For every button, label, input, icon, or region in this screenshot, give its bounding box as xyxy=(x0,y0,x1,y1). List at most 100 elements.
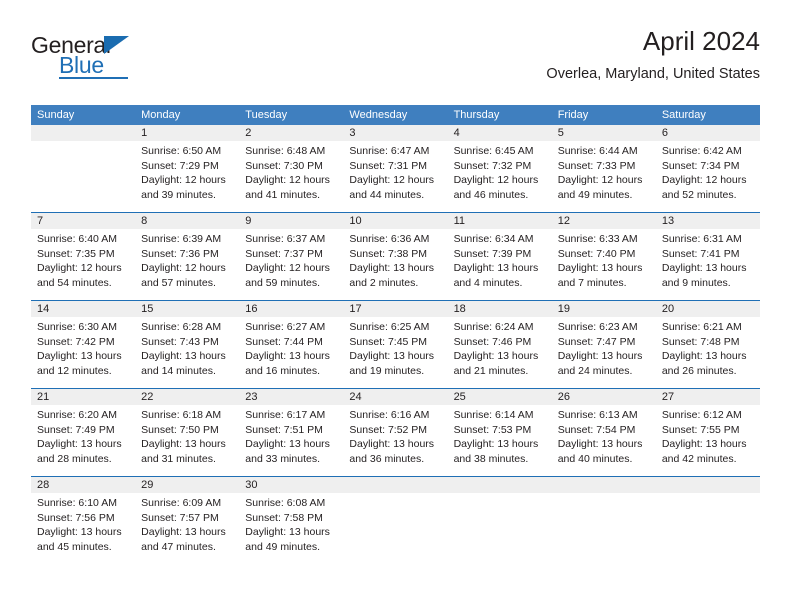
sunset-text: Sunset: 7:44 PM xyxy=(245,335,323,348)
day-details: Sunrise: 6:27 AM Sunset: 7:44 PM Daylight:… xyxy=(239,317,343,378)
calendar-day-cell[interactable]: 11 Sunrise: 6:34 AM Sunset: 7:39 PM Dayligh… xyxy=(447,213,552,300)
calendar-day-cell[interactable]: 23 Sunrise: 6:17 AM Sunset: 7:51 PM Dayligh… xyxy=(239,389,344,476)
day-number: 25 xyxy=(447,389,552,405)
weekday-header-saturday: Saturday xyxy=(661,109,706,121)
daylight-text-line1: Daylight: 13 hours xyxy=(245,526,330,539)
sunrise-text: Sunrise: 6:33 AM xyxy=(557,233,638,245)
daylight-text-line1: Daylight: 13 hours xyxy=(557,438,643,451)
sunset-text: Sunset: 7:39 PM xyxy=(453,247,532,260)
sunset-text: Sunset: 7:41 PM xyxy=(661,247,740,260)
daylight-text-line2: and 40 minutes. xyxy=(557,452,633,465)
sunset-text: Sunset: 7:34 PM xyxy=(661,159,740,172)
day-number: 7 xyxy=(31,213,136,229)
sunrise-text: Sunrise: 6:42 AM xyxy=(661,145,742,157)
calendar-day-cell[interactable]: 17 Sunrise: 6:25 AM Sunset: 7:45 PM Dayligh… xyxy=(343,301,448,388)
calendar-day-cell[interactable]: 15 Sunrise: 6:28 AM Sunset: 7:43 PM Dayligh… xyxy=(135,301,240,388)
calendar-day-cell[interactable]: 19 Sunrise: 6:23 AM Sunset: 7:47 PM Dayligh… xyxy=(551,301,656,388)
day-number: 27 xyxy=(655,389,760,405)
day-number: 3 xyxy=(343,125,448,141)
calendar-day-cell[interactable]: 13 Sunrise: 6:31 AM Sunset: 7:41 PM Dayligh… xyxy=(655,213,760,300)
calendar-day-cell[interactable]: 8 Sunrise: 6:39 AM Sunset: 7:36 PM Daylight… xyxy=(135,213,240,300)
daylight-text-line1: Daylight: 13 hours xyxy=(557,262,643,275)
calendar-day-cell[interactable]: 4 Sunrise: 6:45 AM Sunset: 7:32 PM Daylight… xyxy=(447,125,552,212)
calendar-day-cell[interactable]: 28 Sunrise: 6:10 AM Sunset: 7:56 PM Dayligh… xyxy=(31,477,136,564)
daylight-text-line1: Daylight: 13 hours xyxy=(245,350,330,363)
sunset-text: Sunset: 7:56 PM xyxy=(37,511,115,524)
sunset-text: Sunset: 7:48 PM xyxy=(661,335,740,348)
sunrise-text: Sunrise: 6:27 AM xyxy=(245,321,326,333)
daylight-text-line2: and 57 minutes. xyxy=(141,276,216,289)
calendar-day-cell[interactable]: 18 Sunrise: 6:24 AM Sunset: 7:46 PM Dayligh… xyxy=(447,301,552,388)
sunset-text: Sunset: 7:40 PM xyxy=(557,247,636,260)
calendar-day-cell[interactable]: 9 Sunrise: 6:37 AM Sunset: 7:37 PM Daylight… xyxy=(239,213,344,300)
daylight-text-line1: Daylight: 12 hours xyxy=(453,174,539,187)
calendar-day-cell[interactable]: 27 Sunrise: 6:12 AM Sunset: 7:55 PM Dayligh… xyxy=(655,389,760,476)
day-details xyxy=(656,493,760,496)
calendar-day-cell[interactable]: 22 Sunrise: 6:18 AM Sunset: 7:50 PM Dayligh… xyxy=(135,389,240,476)
daylight-text-line1: Daylight: 13 hours xyxy=(349,262,435,275)
sunset-text: Sunset: 7:51 PM xyxy=(245,423,323,436)
sunrise-text: Sunrise: 6:31 AM xyxy=(661,233,742,245)
calendar-day-cell[interactable]: 21 Sunrise: 6:20 AM Sunset: 7:49 PM Dayligh… xyxy=(31,389,136,476)
calendar-day-cell[interactable]: 1 Sunrise: 6:50 AM Sunset: 7:29 PM Daylight… xyxy=(135,125,240,212)
day-number: 19 xyxy=(551,301,656,317)
daylight-text-line2: and 59 minutes. xyxy=(245,276,320,289)
day-details: Sunrise: 6:39 AM Sunset: 7:36 PM Daylight:… xyxy=(135,229,239,290)
sunset-text: Sunset: 7:30 PM xyxy=(245,159,323,172)
calendar-day-cell-empty xyxy=(31,125,136,212)
calendar-week-row: 28 Sunrise: 6:10 AM Sunset: 7:56 PM Dayligh… xyxy=(31,476,760,564)
calendar-day-cell[interactable]: 16 Sunrise: 6:27 AM Sunset: 7:44 PM Dayligh… xyxy=(239,301,344,388)
daylight-text-line2: and 31 minutes. xyxy=(141,452,216,465)
daylight-text-line2: and 9 minutes. xyxy=(661,276,731,289)
day-number: 22 xyxy=(135,389,240,405)
calendar-day-cell[interactable]: 25 Sunrise: 6:14 AM Sunset: 7:53 PM Dayligh… xyxy=(447,389,552,476)
calendar-week-row: 14 Sunrise: 6:30 AM Sunset: 7:42 PM Dayligh… xyxy=(31,300,760,388)
logo-underline xyxy=(59,77,128,79)
daylight-text-line2: and 12 minutes. xyxy=(37,364,112,377)
calendar-day-cell[interactable]: 5 Sunrise: 6:44 AM Sunset: 7:33 PM Daylight… xyxy=(551,125,656,212)
sunrise-text: Sunrise: 6:44 AM xyxy=(557,145,638,157)
sunset-text: Sunset: 7:38 PM xyxy=(349,247,428,260)
calendar-day-cell[interactable]: 29 Sunrise: 6:09 AM Sunset: 7:57 PM Dayligh… xyxy=(135,477,240,564)
daylight-text-line2: and 14 minutes. xyxy=(141,364,216,377)
sunrise-text: Sunrise: 6:18 AM xyxy=(141,409,222,421)
calendar-day-cell[interactable]: 14 Sunrise: 6:30 AM Sunset: 7:42 PM Dayligh… xyxy=(31,301,136,388)
daylight-text-line2: and 21 minutes. xyxy=(453,364,529,377)
day-number: 23 xyxy=(239,389,344,405)
calendar-day-cell[interactable]: 2 Sunrise: 6:48 AM Sunset: 7:30 PM Daylight… xyxy=(239,125,344,212)
day-number xyxy=(655,477,760,493)
day-number: 13 xyxy=(655,213,760,229)
sunrise-text: Sunrise: 6:09 AM xyxy=(141,497,222,509)
daylight-text-line2: and 19 minutes. xyxy=(349,364,425,377)
calendar-day-cell[interactable]: 26 Sunrise: 6:13 AM Sunset: 7:54 PM Dayligh… xyxy=(551,389,656,476)
day-details: Sunrise: 6:37 AM Sunset: 7:37 PM Daylight:… xyxy=(239,229,343,290)
day-number: 14 xyxy=(31,301,136,317)
calendar-day-cell[interactable]: 10 Sunrise: 6:36 AM Sunset: 7:38 PM Dayligh… xyxy=(343,213,448,300)
day-details: Sunrise: 6:10 AM Sunset: 7:56 PM Daylight:… xyxy=(31,493,135,554)
sunset-text: Sunset: 7:47 PM xyxy=(557,335,636,348)
calendar-day-cell[interactable]: 7 Sunrise: 6:40 AM Sunset: 7:35 PM Daylight… xyxy=(31,213,136,300)
daylight-text-line2: and 54 minutes. xyxy=(37,276,112,289)
daylight-text-line1: Daylight: 13 hours xyxy=(661,262,747,275)
day-details: Sunrise: 6:23 AM Sunset: 7:47 PM Daylight:… xyxy=(552,317,656,378)
day-number: 30 xyxy=(239,477,344,493)
daylight-text-line1: Daylight: 13 hours xyxy=(453,350,539,363)
calendar-day-cell[interactable]: 20 Sunrise: 6:21 AM Sunset: 7:48 PM Dayligh… xyxy=(655,301,760,388)
day-number: 26 xyxy=(551,389,656,405)
daylight-text-line1: Daylight: 13 hours xyxy=(557,350,643,363)
daylight-text-line2: and 39 minutes. xyxy=(141,188,216,201)
daylight-text-line1: Daylight: 13 hours xyxy=(245,438,330,451)
calendar-day-cell[interactable]: 24 Sunrise: 6:16 AM Sunset: 7:52 PM Dayligh… xyxy=(343,389,448,476)
calendar-day-cell[interactable]: 12 Sunrise: 6:33 AM Sunset: 7:40 PM Dayligh… xyxy=(551,213,656,300)
day-number: 29 xyxy=(135,477,240,493)
day-number: 9 xyxy=(239,213,344,229)
title-block: April 2024 Overlea, Maryland, United Sta… xyxy=(546,26,760,84)
calendar-day-cell[interactable]: 30 Sunrise: 6:08 AM Sunset: 7:58 PM Dayligh… xyxy=(239,477,344,564)
day-number: 6 xyxy=(655,125,760,141)
calendar-day-cell[interactable]: 3 Sunrise: 6:47 AM Sunset: 7:31 PM Daylight… xyxy=(343,125,448,212)
sunset-text: Sunset: 7:29 PM xyxy=(141,159,219,172)
page-subtitle: Overlea, Maryland, United States xyxy=(546,66,760,82)
calendar-day-cell[interactable]: 6 Sunrise: 6:42 AM Sunset: 7:34 PM Daylight… xyxy=(655,125,760,212)
daylight-text-line2: and 38 minutes. xyxy=(453,452,529,465)
sunset-text: Sunset: 7:31 PM xyxy=(349,159,428,172)
